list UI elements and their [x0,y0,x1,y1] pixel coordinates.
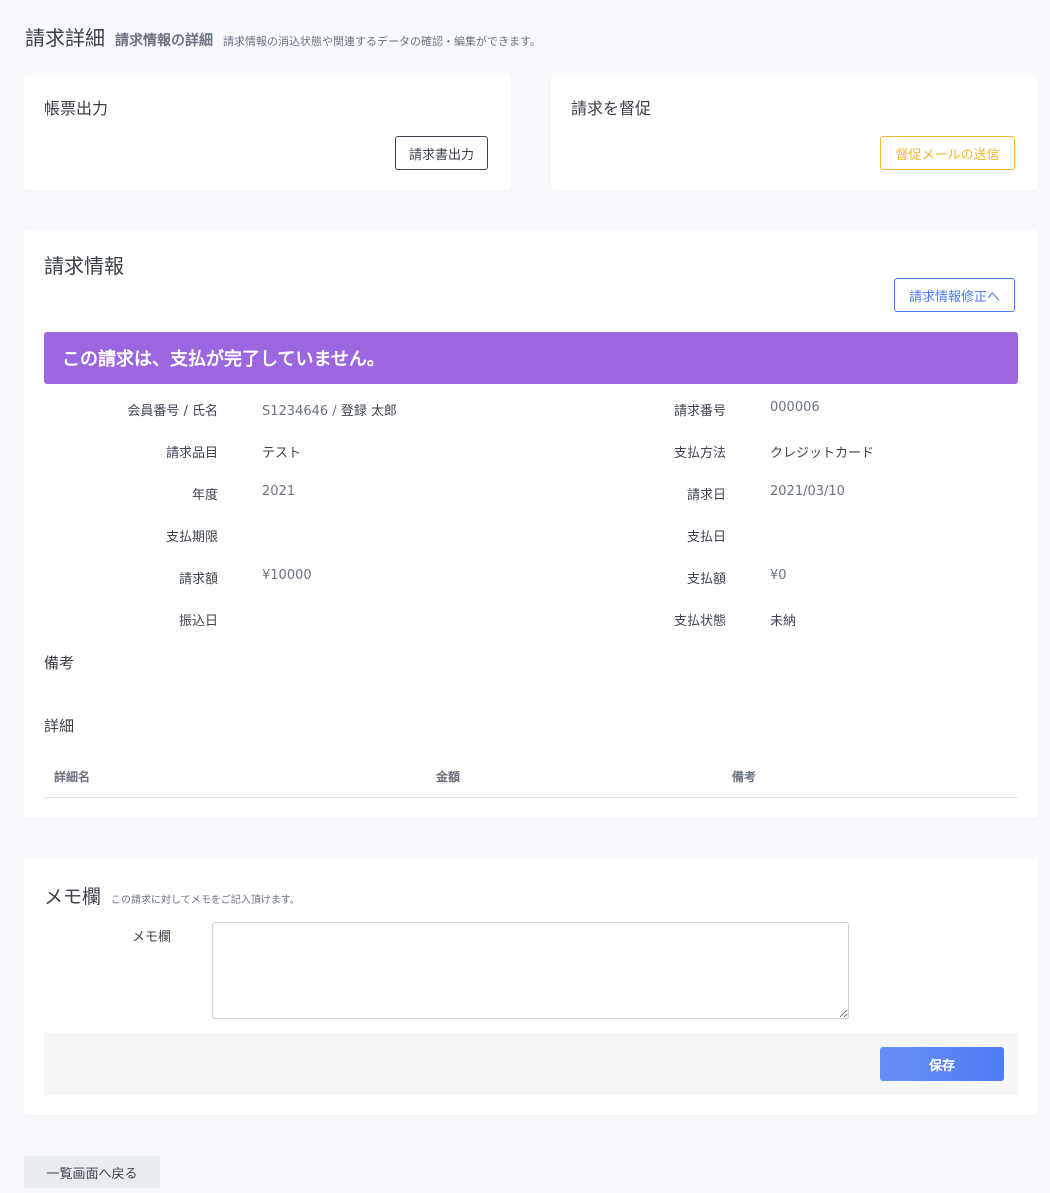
payment-reminder-card: 請求を督促 督促メールの送信 [551,75,1038,190]
payment-method-label: 支払方法 [673,446,726,461]
info-row-billing-date: 請求日 2021/03/10 [24,484,1038,504]
details-table-header: 詳細名 金額 備考 [44,760,1018,798]
memo-header: メモ欄 この請求に対してメモをご記入頂けます。 [44,882,300,909]
details-col-amount: 金額 [436,770,461,784]
payment-status-value: 未納 [770,614,797,629]
invoice-output-button[interactable]: 請求書出力 [395,136,488,170]
billing-number-value: 000006 [770,400,820,415]
paid-amount-value: ¥0 [770,568,787,583]
memo-card: メモ欄 この請求に対してメモをご記入頂けます。 メモ欄 保存 [24,858,1038,1115]
memo-field-label: メモ欄 [132,930,172,945]
payment-status-label: 支払状態 [673,614,726,629]
payment-incomplete-alert: この請求は、支払が完了していません。 [44,332,1018,384]
details-col-remarks: 備考 [732,770,757,784]
info-row-paid-amount: 支払額 ¥0 [24,568,1038,588]
info-row-payment-status: 支払状態 未納 [24,610,1038,630]
report-output-title: 帳票出力 [44,99,109,118]
info-row-payment-method: 支払方法 クレジットカード [24,442,1038,462]
report-output-card: 帳票出力 請求書出力 [24,75,511,190]
billing-date-value: 2021/03/10 [770,484,845,499]
billing-date-label: 請求日 [686,488,726,503]
billing-number-label: 請求番号 [673,404,726,419]
memo-textarea[interactable] [212,922,849,1019]
page-subtitle: 請求情報の詳細 [115,33,213,49]
details-col-name: 詳細名 [54,770,91,784]
page-header: 請求詳細 請求情報の詳細 請求情報の消込状態や関連するデータの確認・編集ができま… [25,22,541,51]
send-reminder-email-button[interactable]: 督促メールの送信 [880,136,1015,170]
edit-billing-info-button[interactable]: 請求情報修正へ [894,278,1015,312]
remarks-label: 備考 [44,654,75,672]
paid-amount-label: 支払額 [686,572,726,587]
save-button[interactable]: 保存 [880,1047,1004,1081]
memo-description: この請求に対してメモをご記入頂けます。 [111,895,300,906]
payment-date-label: 支払日 [686,530,726,545]
page-title: 請求詳細 [25,26,105,50]
payment-reminder-title: 請求を督促 [571,99,652,118]
memo-title: メモ欄 [44,886,102,908]
back-to-list-button[interactable]: 一覧画面へ戻る [24,1156,160,1188]
info-row-billing-number: 請求番号 000006 [24,400,1038,420]
info-row-payment-date: 支払日 [24,526,1038,546]
billing-info-card: 請求情報 請求情報修正へ この請求は、支払が完了していません。 会員番号 / 氏… [24,230,1038,818]
memo-footer: 保存 [44,1033,1018,1095]
page-description: 請求情報の消込状態や関連するデータの確認・編集ができます。 [223,35,541,48]
payment-method-value: クレジットカード [770,446,875,461]
details-label: 詳細 [44,717,75,735]
billing-info-title: 請求情報 [44,254,124,278]
